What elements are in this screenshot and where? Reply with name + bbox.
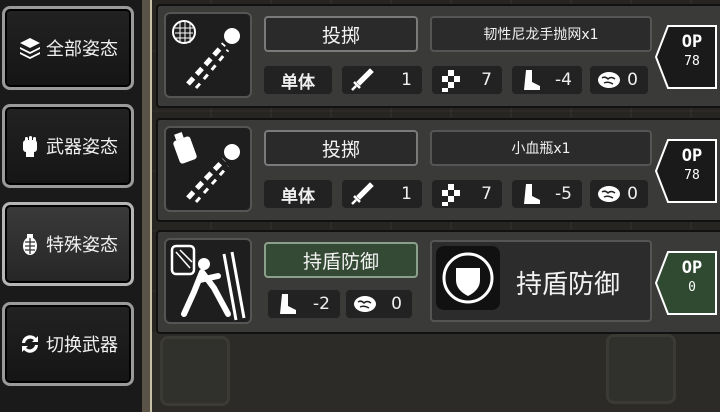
attack-stat: 1 — [342, 66, 422, 94]
op-label: OP — [681, 32, 703, 52]
menu-label: 切换武器 — [46, 335, 118, 356]
sword-icon — [351, 182, 374, 205]
target-type-label: 单体 — [281, 72, 315, 93]
move-value: -2 — [313, 294, 330, 314]
skill-title: 持盾防御 — [516, 270, 621, 300]
op-cost-badge: OP 78 — [654, 138, 718, 204]
sword-icon — [351, 68, 374, 91]
brain-icon — [598, 186, 620, 202]
brain-stat: 0 — [590, 180, 648, 208]
accuracy-value: 7 — [481, 70, 492, 90]
throw-net-icon — [164, 12, 252, 98]
attack-stat: 1 — [342, 180, 422, 208]
attack-value: 1 — [401, 184, 412, 204]
op-value: 78 — [684, 168, 700, 183]
op-label: OP — [681, 146, 703, 166]
stance-menu: 全部姿态 武器姿态 特殊姿态 切换武器 — [0, 0, 142, 412]
menu-weapon-stances-button[interactable]: 武器姿态 — [2, 104, 134, 188]
grenade-icon — [23, 234, 37, 255]
accuracy-stat: 7 — [432, 180, 502, 208]
menu-swap-weapon-button[interactable]: 切换武器 — [2, 302, 134, 386]
throw-potion-icon — [164, 126, 252, 212]
shield-defense-icon — [164, 238, 252, 324]
target-type-badge: 单体 — [264, 66, 332, 94]
boot-icon — [280, 294, 296, 314]
brain-stat: 0 — [590, 66, 648, 94]
menu-special-stances-button[interactable]: 特殊姿态 — [2, 202, 134, 286]
target-type-label: 单体 — [281, 186, 315, 207]
brain-icon — [598, 72, 620, 88]
action-throw-button[interactable]: 投掷 — [264, 16, 418, 52]
board-tile — [160, 336, 230, 406]
checker-icon — [442, 70, 460, 92]
op-cost-badge: OP 78 — [654, 24, 718, 90]
item-name-field: 韧性尼龙手抛网x1 — [430, 16, 652, 52]
op-cost-badge: OP 0 — [654, 250, 718, 316]
stack-icon — [20, 38, 40, 59]
action-card-throw-potion[interactable]: 投掷 小血瓶x1 单体 1 7 -5 0 OP 78 — [156, 118, 720, 222]
target-type-badge: 单体 — [264, 180, 332, 208]
op-value: 78 — [684, 54, 700, 69]
op-value: 0 — [688, 280, 696, 295]
swap-icon — [22, 335, 38, 353]
move-value: -5 — [555, 184, 572, 204]
accuracy-stat: 7 — [432, 66, 502, 94]
brain-value: 0 — [627, 184, 638, 204]
accuracy-value: 7 — [481, 184, 492, 204]
action-label: 投掷 — [321, 138, 360, 161]
menu-label: 特殊姿态 — [46, 235, 118, 256]
board-divider — [142, 0, 152, 412]
move-stat: -5 — [512, 180, 582, 208]
menu-label: 武器姿态 — [46, 137, 118, 158]
attack-value: 1 — [401, 70, 412, 90]
brain-icon — [354, 296, 376, 312]
move-stat: -4 — [512, 66, 582, 94]
action-card-throw-net[interactable]: 投掷 韧性尼龙手抛网x1 单体 1 7 -4 0 OP 78 — [156, 4, 720, 108]
action-throw-button[interactable]: 投掷 — [264, 130, 418, 166]
checker-icon — [442, 184, 460, 206]
menu-all-stances-button[interactable]: 全部姿态 — [2, 6, 134, 90]
brain-value: 0 — [391, 294, 402, 314]
move-stat: -2 — [268, 290, 340, 318]
op-label: OP — [681, 258, 703, 278]
move-value: -4 — [555, 70, 572, 90]
item-name-field: 小血瓶x1 — [430, 130, 652, 166]
brain-value: 0 — [627, 70, 638, 90]
fist-icon — [23, 136, 37, 157]
item-label: 韧性尼龙手抛网x1 — [483, 27, 599, 43]
action-shield-defense-button[interactable]: 持盾防御 — [264, 242, 418, 278]
action-card-shield-defense[interactable]: 持盾防御 -2 0 持盾防御 OP 0 — [156, 230, 720, 334]
boot-icon — [524, 184, 540, 204]
board-tile — [606, 334, 676, 404]
item-label: 小血瓶x1 — [511, 141, 571, 157]
shield-icon — [436, 246, 500, 310]
action-label: 持盾防御 — [302, 250, 379, 273]
boot-icon — [524, 70, 540, 90]
action-label: 投掷 — [321, 24, 360, 47]
menu-label: 全部姿态 — [46, 39, 118, 60]
brain-stat: 0 — [346, 290, 412, 318]
